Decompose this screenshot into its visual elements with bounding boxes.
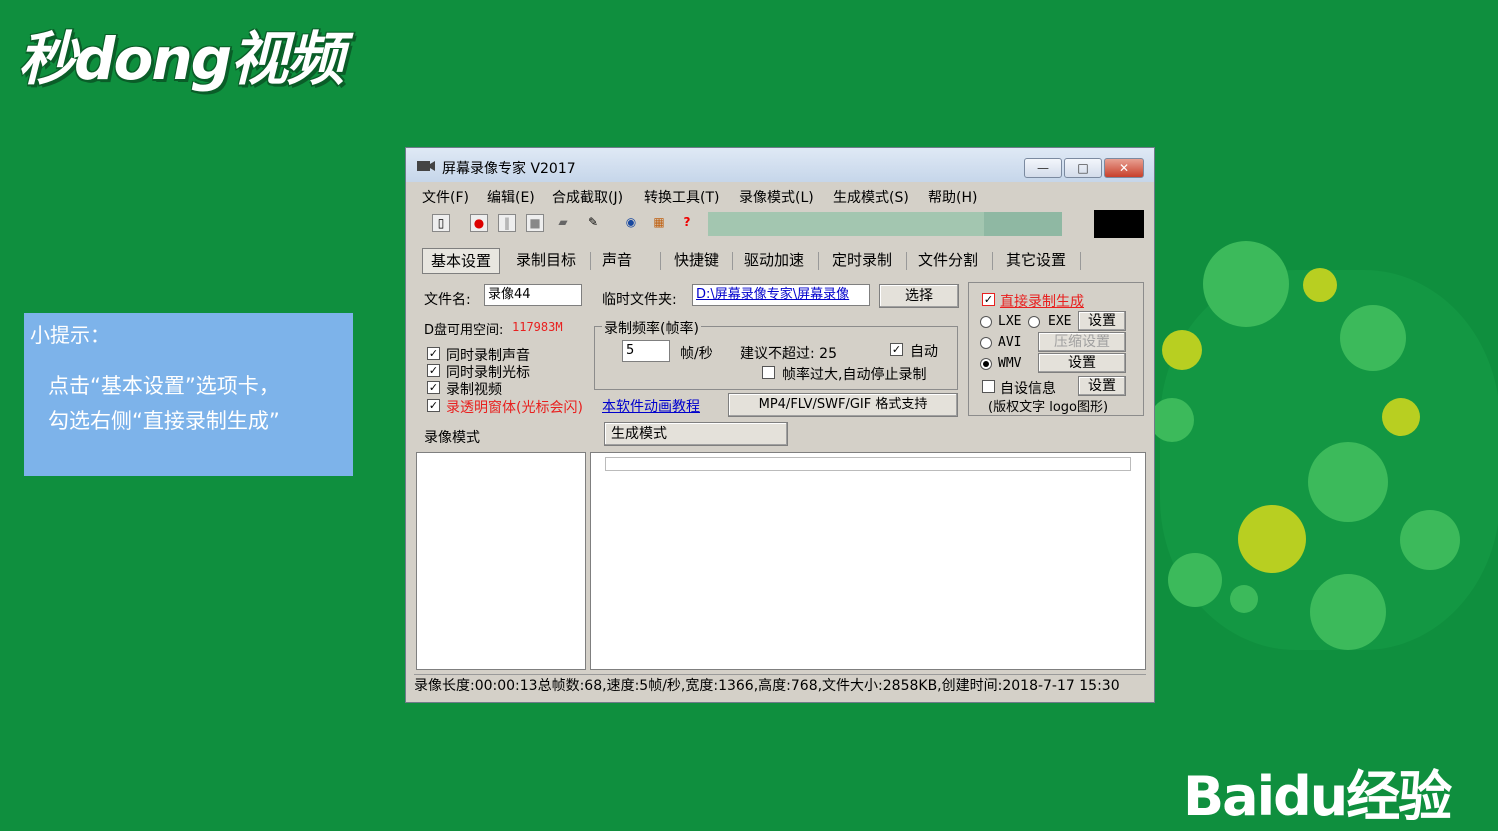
- lxe-exe-settings-button[interactable]: 设置: [1078, 311, 1126, 331]
- tab-separator: [992, 252, 993, 270]
- video-checkbox[interactable]: ✓: [427, 381, 440, 394]
- camera-icon: [417, 161, 435, 171]
- menu-compose[interactable]: 合成截取(J): [552, 187, 623, 207]
- audio-checkbox[interactable]: ✓: [427, 347, 440, 360]
- tip-line: 勾选右侧“直接录制生成”: [48, 409, 280, 433]
- app-window: 屏幕录像专家 V2017 — □ ✕ 文件(F) 编辑(E) 合成截取(J) 转…: [405, 147, 1155, 703]
- exe-label: EXE: [1048, 314, 1072, 329]
- format-support-button[interactable]: MP4/FLV/SWF/GIF 格式支持: [728, 393, 958, 417]
- tip-box: 小提示： 点击“基本设置”选项卡， 勾选右侧“直接录制生成”: [24, 313, 353, 476]
- choose-folder-button[interactable]: 选择: [879, 284, 959, 308]
- tab-hotkeys[interactable]: 快捷键: [666, 248, 727, 274]
- status-text: 录像长度:00:00:13总帧数:68,速度:5帧/秒,宽度:1366,高度:7…: [414, 678, 1120, 694]
- lxe-radio[interactable]: [980, 316, 992, 328]
- tab-scheduled[interactable]: 定时录制: [824, 248, 900, 274]
- temp-folder-label: 临时文件夹:: [602, 292, 677, 308]
- tab-separator: [590, 252, 591, 270]
- framerate-unit: 帧/秒: [680, 346, 713, 362]
- help-icon[interactable]: ?: [678, 214, 696, 232]
- stop-icon[interactable]: ■: [526, 214, 544, 232]
- custom-info-checkbox[interactable]: [982, 380, 995, 393]
- auto-framerate-label: 自动: [910, 344, 938, 360]
- pause-icon[interactable]: ‖: [498, 214, 516, 232]
- auto-stop-checkbox[interactable]: [762, 366, 775, 379]
- tab-basic-settings[interactable]: 基本设置: [422, 248, 501, 274]
- disk-space-label: D盘可用空间:: [424, 323, 504, 338]
- menu-edit[interactable]: 编辑(E): [487, 187, 535, 207]
- auto-stop-label: 帧率过大,自动停止录制: [782, 367, 927, 383]
- camera-icon[interactable]: ▰: [554, 214, 572, 232]
- framerate-group-title: 录制频率(帧率): [602, 318, 701, 338]
- tip-line: 点击“基本设置”选项卡，: [48, 374, 280, 398]
- custom-info-label: 自设信息: [1000, 381, 1056, 397]
- custom-info-settings-button[interactable]: 设置: [1078, 376, 1126, 396]
- direct-record-label: 直接录制生成: [1000, 294, 1084, 310]
- brand-logo: 秒dong视频: [18, 25, 344, 93]
- transparent-checkbox[interactable]: ✓: [427, 399, 440, 412]
- menu-record-mode[interactable]: 录像模式(L): [739, 187, 814, 207]
- record-icon[interactable]: ●: [470, 214, 488, 232]
- disk-space-value: 117983M: [512, 320, 563, 334]
- baidu-watermark: Baidu经验: [1183, 765, 1452, 828]
- video-checkbox-label: 录制视频: [446, 382, 502, 398]
- tip-body: 点击“基本设置”选项卡， 勾选右侧“直接录制生成”: [48, 369, 280, 439]
- record-mode-list[interactable]: [416, 452, 586, 670]
- avi-label: AVI: [998, 335, 1022, 350]
- tab-separator: [660, 252, 661, 270]
- tab-separator: [732, 252, 733, 270]
- menu-generate-mode[interactable]: 生成模式(S): [833, 187, 909, 207]
- toolbar: ▯ ● ‖ ■ ▰ ✎ ◉ ▦ ?: [416, 208, 1144, 240]
- filename-label: 文件名:: [424, 292, 471, 308]
- pen-icon[interactable]: ✎: [584, 214, 602, 232]
- close-icon[interactable]: ✕: [1104, 158, 1144, 178]
- tab-separator: [1080, 252, 1081, 270]
- tab-file-split[interactable]: 文件分割: [910, 248, 986, 274]
- preview-box: [1094, 210, 1144, 238]
- tab-separator: [818, 252, 819, 270]
- maximize-icon[interactable]: □: [1064, 158, 1102, 178]
- menu-file[interactable]: 文件(F): [422, 187, 469, 207]
- generate-mode-list[interactable]: [590, 452, 1146, 670]
- list-header-row: [605, 457, 1131, 471]
- tab-other-settings[interactable]: 其它设置: [998, 248, 1074, 274]
- window-title: 屏幕录像专家 V2017: [442, 161, 576, 177]
- tutorial-link[interactable]: 本软件动画教程: [602, 396, 700, 416]
- recording-progress: [708, 212, 1062, 236]
- custom-info-note: (版权文字 logo图形): [988, 400, 1109, 415]
- menu-convert[interactable]: 转换工具(T): [644, 187, 719, 207]
- wmv-settings-button[interactable]: 设置: [1038, 353, 1126, 373]
- avi-radio[interactable]: [980, 337, 992, 349]
- filename-input[interactable]: 录像44: [484, 284, 582, 306]
- record-mode-header: 录像模式: [424, 430, 480, 446]
- cursor-checkbox[interactable]: ✓: [427, 364, 440, 377]
- wmv-label: WMV: [998, 356, 1022, 371]
- generate-mode-header[interactable]: 生成模式: [604, 422, 788, 446]
- minimize-icon[interactable]: —: [1024, 158, 1062, 178]
- menu-help[interactable]: 帮助(H): [928, 187, 977, 207]
- calendar-icon[interactable]: ▦: [650, 214, 668, 232]
- tip-title: 小提示：: [30, 323, 110, 347]
- status-bar: 录像长度:00:00:13总帧数:68,速度:5帧/秒,宽度:1366,高度:7…: [414, 674, 1146, 697]
- framerate-suggest: 建议不超过: 25: [740, 346, 837, 362]
- compress-settings-button[interactable]: 压缩设置: [1038, 332, 1126, 352]
- auto-framerate-checkbox[interactable]: ✓: [890, 343, 903, 356]
- lxe-label: LXE: [998, 314, 1022, 329]
- tab-record-target[interactable]: 录制目标: [508, 248, 584, 274]
- tab-sound[interactable]: 声音: [594, 248, 640, 274]
- new-file-icon[interactable]: ▯: [432, 214, 450, 232]
- tab-separator: [906, 252, 907, 270]
- temp-folder-input[interactable]: D:\屏幕录像专家\屏幕录像: [692, 284, 870, 306]
- globe-icon[interactable]: ◉: [622, 214, 640, 232]
- title-bar[interactable]: 屏幕录像专家 V2017 — □ ✕: [406, 148, 1154, 182]
- direct-record-checkbox[interactable]: ✓: [982, 293, 995, 306]
- framerate-input[interactable]: 5: [622, 340, 670, 362]
- tab-driver-accel[interactable]: 驱动加速: [736, 248, 812, 274]
- transparent-checkbox-label: 录透明窗体(光标会闪): [446, 400, 583, 416]
- progress-fill: [708, 212, 985, 236]
- wmv-radio[interactable]: [980, 358, 992, 370]
- exe-radio[interactable]: [1028, 316, 1040, 328]
